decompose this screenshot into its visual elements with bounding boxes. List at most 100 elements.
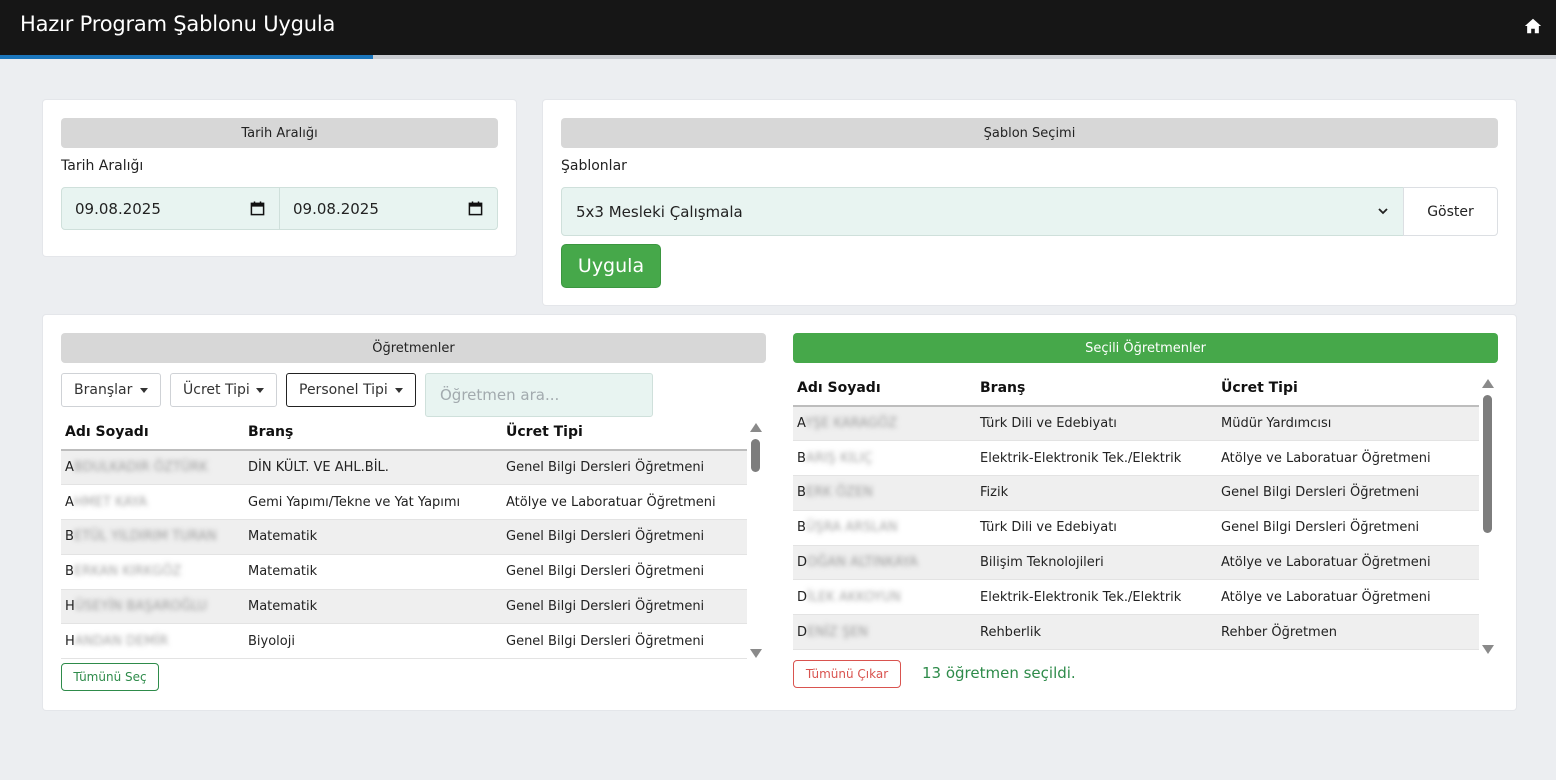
table-row[interactable]: BERK ÖZEN Fizik Genel Bilgi Dersleri Öğret…	[793, 475, 1479, 511]
table-row[interactable]: BÜŞRA ARSLAN Türk Dili ve Edebiyatı Genel …	[793, 510, 1479, 546]
caret-down-icon	[256, 388, 264, 393]
teacher-name-cell: AHMET KAYA	[61, 484, 244, 521]
table-row[interactable]: AYŞE KARAGÖZ Türk Dili ve Edebiyatı Müdür …	[793, 406, 1479, 442]
apply-button[interactable]: Uygula	[561, 244, 661, 288]
teacher-name-redacted: ÜSEYİN BAŞAROĞLU	[74, 599, 208, 615]
column-header[interactable]: Ücret Tipi	[1217, 371, 1479, 407]
branches-filter-button[interactable]: Branşlar	[61, 373, 161, 407]
staff-type-filter-button[interactable]: Personel Tipi	[286, 373, 416, 407]
fee-type-cell: Atölye ve Laboratuar Öğretmeni	[1217, 579, 1479, 616]
branch-cell: Elektrik-Elektronik Tek./Elektrik	[976, 440, 1217, 477]
teacher-name-cell: BERK ÖZEN	[793, 475, 976, 511]
branch-cell: Fizik	[976, 475, 1217, 511]
teacher-name-initial: D	[797, 624, 808, 640]
scroll-up-arrow[interactable]	[750, 423, 762, 432]
teacher-name-cell: BÜŞRA ARSLAN	[793, 510, 976, 546]
page-title: Hazır Program Şablonu Uygula	[20, 12, 336, 36]
date-range-label: Tarih Aralığı	[61, 158, 144, 174]
teacher-name-redacted: ARIŞ KILIÇ	[805, 450, 873, 466]
table-row[interactable]: ABDULKADIR ÖZTÜRK DİN KÜLT. VE AHL.BİL. Ge…	[61, 450, 747, 486]
teacher-name-initial: A	[797, 416, 805, 432]
teachers-header: Öğretmenler	[61, 333, 766, 363]
scroll-up-arrow[interactable]	[1482, 379, 1494, 388]
branch-cell: Bilişim Teknolojileri	[976, 545, 1217, 581]
teacher-name-cell: DİLEK AKKOYUN	[793, 579, 976, 616]
calendar-icon[interactable]	[468, 201, 483, 216]
table-row[interactable]: BETÜL YILDIRIM TURAN Matematik Genel Bilgi…	[61, 519, 747, 555]
teacher-name-cell: BETÜL YILDIRIM TURAN	[61, 519, 244, 555]
scroll-down-arrow[interactable]	[750, 649, 762, 658]
chevron-down-icon	[1378, 208, 1388, 215]
teacher-name-redacted: HMET KAYA	[73, 494, 148, 510]
teacher-name-redacted: ERKAN KIRKGÖZ	[73, 564, 182, 580]
end-date-input[interactable]: 09.08.2025	[279, 187, 498, 230]
fee-type-cell: Atölye ve Laboratuar Öğretmeni	[1217, 545, 1479, 581]
table-row[interactable]: DOĞAN ALTINKAYA Bilişim Teknolojileri Atöl…	[793, 545, 1479, 581]
teacher-name-redacted: İLEK AKKOYUN	[807, 589, 901, 605]
table-row[interactable]: HANDAN DEMİR Biyoloji Genel Bilgi Dersleri…	[61, 623, 747, 660]
select-all-button[interactable]: Tümünü Seç	[61, 663, 159, 691]
teacher-name-initial: B	[797, 485, 806, 501]
branch-cell: Rehberlik	[976, 614, 1217, 651]
teacher-name-initial: B	[65, 529, 74, 545]
teacher-name-cell: DOĞAN ALTINKAYA	[793, 545, 976, 581]
progress-bar	[0, 55, 1556, 59]
fee-type-cell: Genel Bilgi Dersleri Öğretmeni	[502, 450, 747, 486]
date-range-header: Tarih Aralığı	[61, 118, 498, 148]
template-selected-value: 5x3 Mesleki Çalışmala	[576, 202, 743, 221]
teacher-name-cell: DENİZ ŞEN	[793, 614, 976, 651]
column-header[interactable]: Adı Soyadı	[793, 371, 976, 407]
table-row[interactable]: BARIŞ KILIÇ Elektrik-Elektronik Tek./Elek…	[793, 440, 1479, 477]
home-icon[interactable]	[1524, 17, 1542, 35]
table-row[interactable]: BERKAN KIRKGÖZ Matematik Genel Bilgi Dersl…	[61, 554, 747, 590]
fee-type-cell: Genel Bilgi Dersleri Öğretmeni	[502, 623, 747, 660]
fee-type-filter-button[interactable]: Ücret Tipi	[170, 373, 277, 407]
table-row[interactable]: HÜSEYİN BAŞAROĞLU Matematik Genel Bilgi De…	[61, 589, 747, 625]
column-header[interactable]: Branş	[244, 415, 502, 451]
teacher-name-redacted: ERK ÖZEN	[805, 485, 873, 501]
fee-type-cell: Atölye ve Laboratuar Öğretmeni	[1217, 440, 1479, 477]
start-date-value: 09.08.2025	[75, 199, 161, 218]
teacher-search-input[interactable]	[425, 373, 653, 417]
scrollbar-thumb[interactable]	[1483, 395, 1492, 533]
column-header[interactable]: Ücret Tipi	[502, 415, 747, 451]
teacher-name-initial: B	[797, 520, 806, 536]
teacher-name-redacted: YŞE KARAGÖZ	[804, 416, 898, 432]
branch-cell: Matematik	[244, 589, 502, 625]
teacher-name-redacted: OĞAN ALTINKAYA	[807, 555, 918, 571]
branch-cell: Biyoloji	[244, 623, 502, 660]
teacher-name-cell: HANDAN DEMİR	[61, 623, 244, 660]
table-row[interactable]: DENİZ ŞEN Rehberlik Rehber Öğretmen	[793, 614, 1479, 651]
scroll-down-arrow[interactable]	[1482, 645, 1494, 654]
column-header[interactable]: Adı Soyadı	[61, 415, 244, 451]
remove-all-button[interactable]: Tümünü Çıkar	[793, 660, 901, 688]
column-header[interactable]: Branş	[976, 371, 1217, 407]
selection-status: 13 öğretmen seçildi.	[922, 664, 1076, 682]
selected-teachers-header: Seçili Öğretmenler	[793, 333, 1498, 363]
date-range-card: Tarih Aralığı Tarih Aralığı 09.08.2025 0…	[43, 100, 516, 256]
calendar-icon[interactable]	[250, 201, 265, 216]
table-row[interactable]: DİLEK AKKOYUN Elektrik-Elektronik Tek./El…	[793, 579, 1479, 616]
teacher-name-redacted: ETÜL YILDIRIM TURAN	[73, 529, 217, 545]
branch-cell: Matematik	[244, 519, 502, 555]
teacher-name-redacted: ENİZ ŞEN	[807, 624, 869, 640]
scrollbar-thumb[interactable]	[751, 439, 760, 472]
branch-cell: Türk Dili ve Edebiyatı	[976, 406, 1217, 442]
progress-fill	[0, 55, 374, 59]
teacher-name-initial: B	[65, 564, 74, 580]
template-card: Şablon Seçimi Şablonlar 5x3 Mesleki Çalı…	[543, 100, 1516, 305]
branch-cell: Elektrik-Elektronik Tek./Elektrik	[976, 579, 1217, 616]
show-button[interactable]: Göster	[1403, 187, 1498, 236]
teacher-name-initial: H	[65, 633, 75, 649]
table-row[interactable]: AHMET KAYA Gemi Yapımı/Tekne ve Yat Yapım…	[61, 484, 747, 521]
template-select[interactable]: 5x3 Mesleki Çalışmala	[561, 187, 1404, 236]
teacher-name-initial: A	[65, 460, 74, 476]
start-date-input[interactable]: 09.08.2025	[61, 187, 280, 230]
fee-type-cell: Genel Bilgi Dersleri Öğretmeni	[502, 589, 747, 625]
teachers-table: Adı Soyadı Branş Ücret Tipi ABDULKADIR ÖZT…	[61, 415, 747, 661]
staff-type-filter-label: Personel Tipi	[299, 382, 388, 398]
caret-down-icon	[140, 388, 148, 393]
teacher-name-cell: ABDULKADIR ÖZTÜRK	[61, 450, 244, 486]
branch-cell: DİN KÜLT. VE AHL.BİL.	[244, 450, 502, 486]
teachers-card: Öğretmenler Branşlar Ücret Tipi Personel…	[43, 315, 1516, 710]
